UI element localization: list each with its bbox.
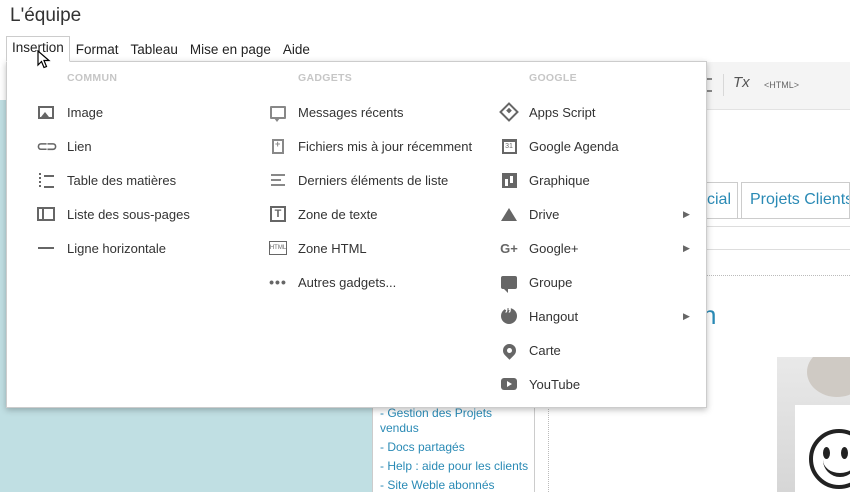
menu-item-derniers-elements[interactable]: Derniers éléments de liste (238, 165, 468, 195)
link-icon: ⊂⊃ (36, 137, 58, 154)
menu-item-google-agenda[interactable]: 31 Google Agenda (469, 131, 699, 161)
menu-item-label: Liste des sous-pages (67, 206, 190, 222)
file-icon (269, 137, 287, 155)
tab-projets-label: Projets Clients (750, 191, 850, 208)
menu-format[interactable]: Format (70, 38, 125, 61)
tab-social-label: cial (706, 191, 731, 208)
menu-item-label: Hangout (529, 308, 579, 324)
sidebar-link-gestion-cont[interactable]: vendus (380, 421, 419, 436)
menu-item-label: Fichiers mis à jour récemment (298, 138, 473, 154)
smiley-photo (777, 357, 850, 492)
sidebar-link-gestion[interactable]: - Gestion des Projets (380, 406, 492, 421)
menu-item-label: Groupe (529, 274, 573, 290)
html-box-icon: HTML (269, 239, 287, 257)
calendar-icon: 31 (500, 137, 518, 155)
menu-item-label: Autres gadgets... (298, 274, 397, 290)
drive-icon (500, 205, 518, 223)
column-header-google: GOOGLE (529, 72, 577, 84)
map-pin-icon (499, 340, 519, 360)
menu-item-apps-script[interactable]: Apps Script (469, 97, 699, 127)
sidebar-link-site[interactable]: - Site Weble abonnés (380, 478, 495, 492)
column-header-commun: COMMUN (67, 72, 118, 84)
menu-item-fichiers-mis-a-jour[interactable]: Fichiers mis à jour récemment (238, 131, 488, 161)
tab-projets-clients[interactable]: Projets Clients (741, 182, 850, 218)
group-icon (500, 273, 518, 293)
toc-icon (37, 171, 55, 189)
menu-item-lien[interactable]: ⊂⊃ Lien (7, 131, 237, 161)
tab-divider (706, 218, 850, 219)
dotted-column-divider (548, 405, 549, 492)
menu-item-hangout[interactable]: Hangout ▶ (469, 301, 699, 331)
menu-item-zone-html[interactable]: HTML Zone HTML (238, 233, 468, 263)
dotted-divider (706, 275, 850, 276)
mouse-cursor-icon (37, 50, 51, 69)
menu-item-label: Image (67, 104, 104, 120)
google-plus-icon: G+ (500, 240, 518, 256)
sidebar-link-help[interactable]: - Help : aide pour les clients (380, 459, 528, 474)
youtube-icon (500, 375, 518, 393)
column-header-gadgets: GADGETS (298, 72, 353, 84)
menu-item-label: YouTube (529, 376, 581, 392)
list-icon (269, 171, 287, 189)
menu-item-google-plus[interactable]: G+ Google+ ▶ (469, 233, 699, 263)
sidebar-link-docs[interactable]: - Docs partagés (380, 440, 465, 455)
menu-tableau[interactable]: Tableau (125, 38, 184, 61)
menu-item-label: Messages récents (298, 104, 404, 120)
menu-item-label: Graphique (529, 172, 590, 188)
hangout-icon (500, 306, 518, 325)
page-title: L'équipe (10, 5, 82, 26)
text-box-icon: T (269, 205, 287, 223)
subpages-icon (37, 205, 55, 223)
menu-item-youtube[interactable]: YouTube (469, 369, 699, 399)
menubar: Insertion Format Tableau Mise en page Ai… (6, 36, 316, 62)
content-box (706, 226, 850, 250)
menu-item-zone-de-texte[interactable]: T Zone de texte (238, 199, 468, 229)
clear-format-icon[interactable]: Tx (733, 74, 750, 91)
menu-item-label: Carte (529, 342, 561, 358)
menu-item-liste-sous-pages[interactable]: Liste des sous-pages (7, 199, 237, 229)
toolbar-separator (723, 74, 724, 96)
image-icon (37, 103, 55, 121)
menu-item-label: Ligne horizontale (67, 240, 167, 256)
menu-item-label: Google Agenda (529, 138, 619, 154)
menu-item-label: Google+ (529, 240, 579, 256)
horizontal-line-icon (37, 239, 55, 257)
tab-social[interactable]: cial (704, 182, 738, 218)
menu-item-label: Zone de texte (298, 206, 378, 222)
menu-item-label: Drive (529, 206, 560, 222)
more-dots-icon: ••• (269, 274, 287, 290)
menu-item-groupe[interactable]: Groupe (469, 267, 699, 297)
menu-item-label: Zone HTML (298, 240, 367, 256)
message-icon (269, 103, 287, 122)
insertion-dropdown: COMMUN GADGETS GOOGLE Image ⊂⊃ Lien Tabl… (6, 61, 707, 408)
menu-item-messages-recents[interactable]: Messages récents (238, 97, 468, 127)
html-edit-button[interactable]: <HTML> (764, 80, 799, 90)
submenu-arrow-icon: ▶ (683, 208, 690, 219)
menu-item-graphique[interactable]: Graphique (469, 165, 699, 195)
chart-icon (500, 171, 518, 189)
menu-item-label: Table des matières (67, 172, 177, 188)
menu-item-drive[interactable]: Drive ▶ (469, 199, 699, 229)
menu-item-carte[interactable]: Carte (469, 335, 699, 365)
menu-item-label: Derniers éléments de liste (298, 172, 449, 188)
submenu-arrow-icon: ▶ (683, 310, 690, 321)
menu-item-table-des-matieres[interactable]: Table des matières (7, 165, 237, 195)
menu-item-autres-gadgets[interactable]: ••• Autres gadgets... (238, 267, 468, 297)
menu-item-image[interactable]: Image (7, 97, 237, 127)
menu-item-label: Apps Script (529, 104, 596, 120)
submenu-arrow-icon: ▶ (683, 242, 690, 253)
menu-mise-en-page[interactable]: Mise en page (184, 38, 277, 61)
menu-item-ligne-horizontale[interactable]: Ligne horizontale (7, 233, 237, 263)
menu-aide[interactable]: Aide (277, 38, 316, 61)
apps-script-icon (499, 102, 519, 122)
menu-item-label: Lien (67, 138, 92, 154)
